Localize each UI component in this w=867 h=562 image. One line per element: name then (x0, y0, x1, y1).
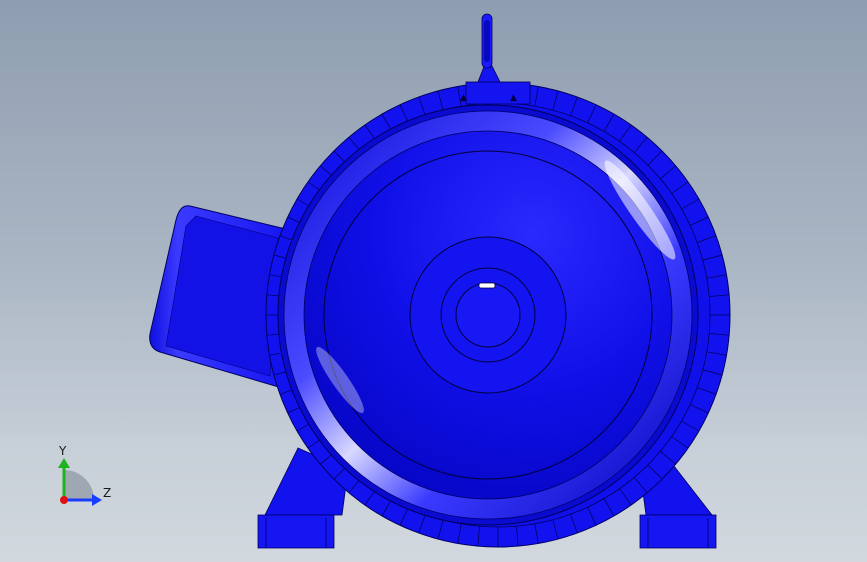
z-arrow-head (92, 494, 102, 506)
svg-text:▲: ▲ (460, 93, 467, 103)
svg-text:▲: ▲ (510, 93, 517, 103)
y-arrow-head (58, 458, 70, 468)
coordinate-triad[interactable]: Y Z (58, 444, 111, 506)
z-axis-label: Z (103, 486, 111, 500)
lifting-eye[interactable] (477, 13, 501, 83)
shaft-keyway[interactable] (478, 282, 496, 289)
x-axis-dot (60, 496, 68, 504)
bearing-cap[interactable] (409, 236, 567, 394)
3d-viewport[interactable]: ▲ ▲ Y Z (0, 0, 867, 562)
top-pad: ▲ ▲ (460, 81, 531, 105)
y-axis-label: Y (58, 444, 67, 458)
